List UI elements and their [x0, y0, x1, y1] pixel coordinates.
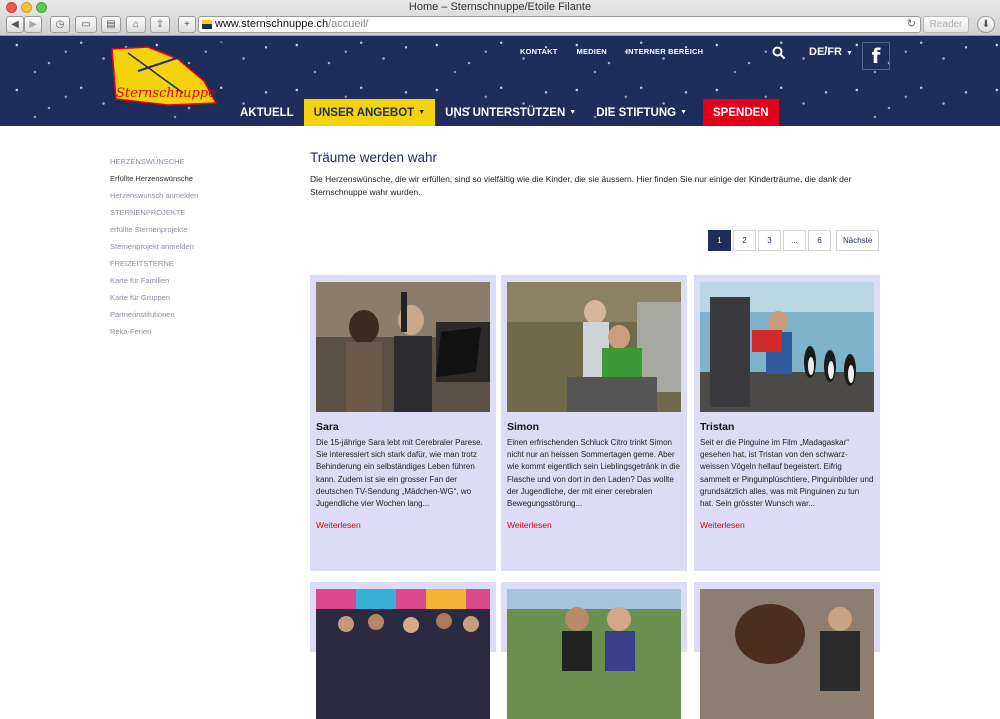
sidebar-section-herzenswuensche[interactable]: HERZENSWÜNSCHE	[110, 156, 270, 173]
back-arrow-icon: ◀	[11, 19, 19, 30]
top-navigation: KONTAKT MEDIEN INTERNER BEREICH	[520, 47, 703, 56]
history-button[interactable]: ◷	[50, 16, 70, 33]
sidebar-item-sternenprojekt-anmelden[interactable]: Sternenprojekt anmelden	[110, 241, 270, 258]
story-photo[interactable]	[507, 282, 681, 412]
story-name: Simon	[507, 421, 540, 433]
sidebar-item-karte-fuer-familien[interactable]: Karte für Familien	[110, 275, 270, 292]
story-photo[interactable]	[316, 282, 490, 412]
book-icon: ▭	[81, 19, 91, 30]
story-name: Sara	[316, 421, 339, 433]
url-host: www.sternschnuppe.ch	[215, 18, 329, 30]
page-1-button[interactable]: 1	[708, 230, 731, 251]
story-excerpt: Einen erfrischenden Schluck Citro trinkt…	[507, 438, 680, 509]
reload-icon[interactable]: ↻	[907, 17, 916, 32]
plus-icon: +	[184, 19, 190, 30]
clock-icon: ◷	[55, 19, 65, 30]
facebook-glyph: f	[871, 44, 881, 68]
search-icon[interactable]	[772, 46, 786, 60]
sidebar-section-sternenprojekte[interactable]: STERNENPROJEKTE	[110, 207, 270, 224]
read-more-link[interactable]: Weiterlesen	[316, 520, 490, 530]
story-name: Tristan	[700, 421, 735, 433]
sidebar-item-erfuellte-sternenprojekte[interactable]: erfüllte Sternenprojekte	[110, 224, 270, 241]
downloads-button[interactable]: ⬇	[977, 16, 995, 33]
page-2-button[interactable]: 2	[733, 230, 756, 251]
back-button[interactable]: ◀	[6, 16, 24, 33]
facebook-icon[interactable]: f	[862, 42, 890, 70]
main-navigation: AKTUELL UNSER ANGEBOT ▼ UNS UNTERSTÜTZEN ▼…	[230, 99, 779, 126]
sidebar-item-karte-fuer-gruppen[interactable]: Karte für Gruppen	[110, 292, 270, 309]
chevron-down-icon: ▼	[418, 109, 426, 116]
reader-button[interactable]: Reader	[923, 16, 969, 33]
nav-item-uns-unterstuetzen[interactable]: UNS UNTERSTÜTZEN ▼	[435, 99, 586, 126]
sidebar-section-freizeitsterne[interactable]: FREIZEITSTERNE	[110, 258, 270, 275]
nav-label: UNSER ANGEBOT	[313, 106, 415, 119]
sidebar-item-partnerinstitutionen[interactable]: Partnerinstitutionen	[110, 309, 270, 326]
bookmarks-button[interactable]: ▭	[75, 16, 97, 33]
page-ellipsis: ...	[783, 230, 806, 251]
chevron-down-icon: ▼	[569, 109, 577, 116]
nav-item-unser-angebot[interactable]: UNSER ANGEBOT ▼	[303, 99, 436, 126]
nav-label: SPENDEN	[713, 106, 769, 119]
read-more-link[interactable]: Weiterlesen	[700, 520, 874, 530]
story-card: Simon Einen erfrischenden Schluck Citro …	[501, 275, 687, 571]
site-header: Sternschnuppe KONTAKT MEDIEN INTERNER BE…	[0, 36, 1000, 126]
nav-item-spenden[interactable]: SPENDEN	[703, 99, 779, 126]
story-photo[interactable]	[700, 282, 874, 412]
home-button[interactable]: ⌂	[126, 16, 146, 33]
forward-arrow-icon: ▶	[29, 19, 37, 30]
share-icon: ⇪	[155, 19, 165, 30]
story-excerpt: Seit er die Pinguine im Film „Madagaskar…	[700, 438, 874, 509]
browser-chrome: Home – Sternschnuppe/Etoile Filante ◀ ▶ …	[0, 0, 1000, 36]
print-button[interactable]: ▤	[101, 16, 121, 33]
sidebar-item-herzenswunsch-anmelden[interactable]: Herzenswunsch anmelden	[110, 190, 270, 207]
page-3-button[interactable]: 3	[758, 230, 781, 251]
top-link-medien[interactable]: MEDIEN	[577, 47, 607, 56]
sidebar-navigation: HERZENSWÜNSCHE Erfüllte Herzenswünsche H…	[110, 156, 270, 343]
pagination: 1 2 3 ... 6 Nächste	[708, 230, 880, 251]
page-title: Träume werden wahr	[310, 150, 438, 165]
sidebar-item-erfuellte-herzenswuensche[interactable]: Erfüllte Herzenswünsche	[110, 173, 270, 190]
next-page-button[interactable]: Nächste	[836, 230, 880, 251]
nav-label: DIE STIFTUNG	[596, 106, 677, 119]
story-card: Tristan Seit er die Pinguine im Film „Ma…	[694, 275, 880, 571]
window-title: Home – Sternschnuppe/Etoile Filante	[408, 1, 592, 13]
page-6-button[interactable]: 6	[808, 230, 831, 251]
intro-text: Die Herzenswünsche, die wir erfüllen, si…	[310, 174, 852, 197]
chevron-down-icon: ▼	[846, 50, 853, 57]
address-bar[interactable]: www.sternschnuppe.ch/accueil/ ↻	[198, 16, 921, 33]
story-photo[interactable]	[700, 589, 874, 719]
story-card	[694, 582, 880, 719]
home-icon: ⌂	[132, 19, 140, 30]
url-path: /accueil/	[328, 18, 369, 30]
nav-label: AKTUELL	[240, 106, 294, 119]
read-more-link[interactable]: Weiterlesen	[507, 520, 681, 530]
forward-button[interactable]: ▶	[24, 16, 42, 33]
chevron-down-icon: ▼	[680, 109, 688, 116]
nav-item-aktuell[interactable]: AKTUELL	[230, 99, 304, 126]
main-content: Träume werden wahr Die Herzenswünsche, d…	[310, 150, 890, 719]
story-photo[interactable]	[507, 589, 681, 719]
language-switcher[interactable]: DE/FR ▼	[809, 46, 853, 58]
sidebar-item-reka-ferien[interactable]: Reka-Ferien	[110, 326, 270, 343]
sternschnuppe-logo[interactable]: Sternschnuppe	[108, 41, 226, 113]
share-button[interactable]: ⇪	[150, 16, 170, 33]
printer-icon: ▤	[106, 19, 116, 30]
story-photo[interactable]	[316, 589, 490, 719]
nav-label: UNS UNTERSTÜTZEN	[445, 106, 566, 119]
svg-text:Sternschnuppe: Sternschnuppe	[116, 86, 216, 101]
browser-toolbar: ◀ ▶ ◷ ▭ ▤ ⌂ ⇪ + www.sternschnuppe.ch/acc…	[0, 16, 1000, 35]
story-excerpt: Die 15-jährige Sara lebt mit Cerebraler …	[316, 438, 483, 509]
top-link-interner-bereich[interactable]: INTERNER BEREICH	[626, 47, 703, 56]
top-link-kontakt[interactable]: KONTAKT	[520, 47, 558, 56]
site-favicon-icon	[202, 20, 212, 29]
story-card	[501, 582, 687, 719]
new-tab-button[interactable]: +	[178, 16, 196, 33]
story-card: Sara Die 15-jährige Sara lebt mit Cerebr…	[310, 275, 496, 571]
download-arrow-icon: ⬇	[981, 19, 991, 30]
story-card	[310, 582, 496, 719]
nav-item-die-stiftung[interactable]: DIE STIFTUNG ▼	[586, 99, 697, 126]
language-label: DE/FR	[809, 46, 842, 58]
